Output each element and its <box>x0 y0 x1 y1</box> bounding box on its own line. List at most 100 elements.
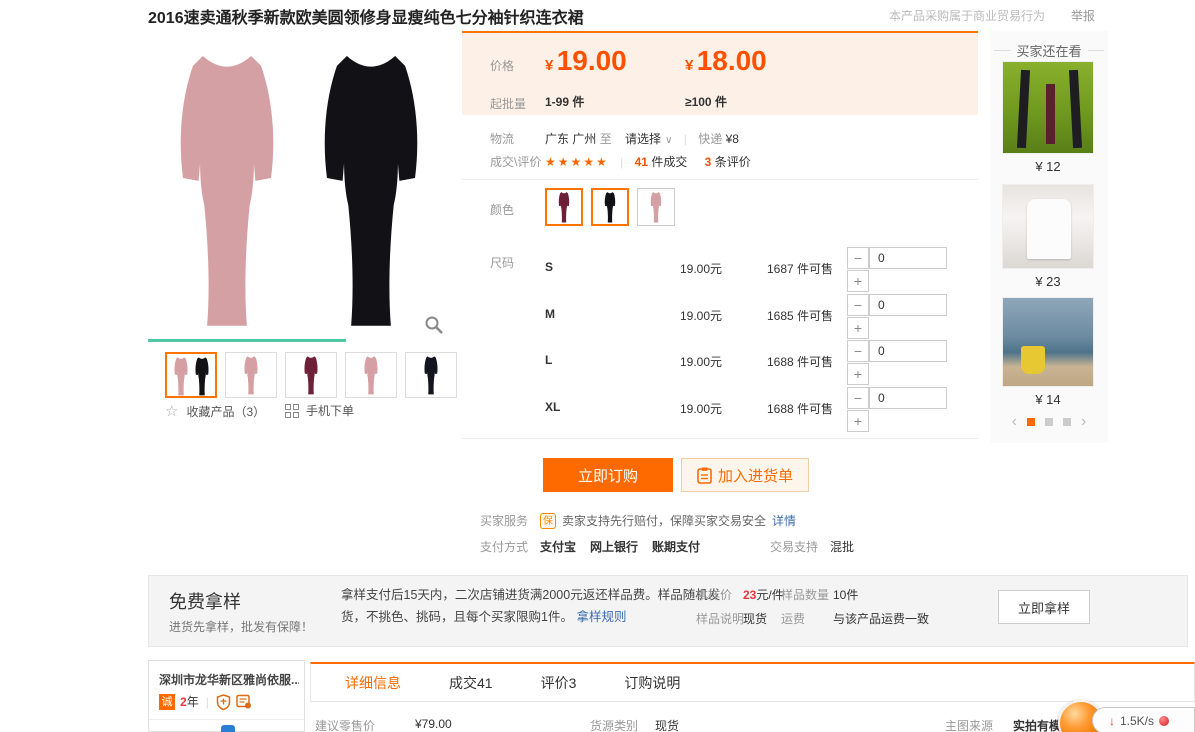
sample-qty-label: 样品数量 <box>781 586 829 603</box>
order-now-button[interactable]: 立即订购 <box>543 458 673 492</box>
minus-button[interactable]: − <box>847 340 869 362</box>
tab-details[interactable]: 详细信息 <box>345 673 401 693</box>
thumbnail-navy[interactable] <box>405 352 457 398</box>
logistics-label: 物流 <box>490 130 514 147</box>
thumbnail-pink-2[interactable] <box>345 352 397 398</box>
rating-label: 成交\评价 <box>490 153 541 170</box>
seller-years: 2年 <box>180 693 199 710</box>
thumbnail-pair[interactable] <box>165 352 217 398</box>
add-to-cart-button[interactable]: 加入进货单 <box>681 458 809 492</box>
minus-button[interactable]: − <box>847 294 869 316</box>
sample-description: 拿样支付后15天内，二次店铺进货满2000元返还样品费。样品随机发货，不挑色、挑… <box>341 584 736 628</box>
tab-order-info[interactable]: 订购说明 <box>624 673 680 693</box>
tier1-moq: 1-99 件 <box>545 93 584 110</box>
source-type-label: 货源类别 <box>590 717 638 732</box>
plus-button[interactable]: + <box>847 317 869 339</box>
sample-rule-link[interactable]: 拿样规则 <box>576 610 626 624</box>
sample-ship-value: 与该产品运费一致 <box>833 610 929 629</box>
download-arrow-icon: ↓ <box>1109 714 1115 728</box>
sample-price-value: 23元/件 <box>743 586 784 603</box>
page-title: 2016速卖通秋季新款欧美圆领修身显瘦纯色七分袖针织连衣裙 <box>148 4 584 28</box>
get-sample-button[interactable]: 立即拿样 <box>998 590 1090 624</box>
size-stock: 1688 件可售 <box>767 353 833 370</box>
next-arrow-icon[interactable]: › <box>1081 413 1086 431</box>
deals-count[interactable]: 41 <box>635 155 648 169</box>
page-dot-2[interactable] <box>1045 418 1053 426</box>
free-sample-section: 免费拿样 进货先拿样，批发有保障！ 拿样支付后15天内，二次店铺进货满2000元… <box>148 575 1188 647</box>
product-page: 2016速卖通秋季新款欧美圆领修身显瘦纯色七分袖针织连衣裙 本产品采购属于商业贸… <box>0 0 1195 732</box>
plus-button[interactable]: + <box>847 363 869 385</box>
certificate-badge-icon <box>236 694 252 709</box>
swatch-maroon[interactable] <box>545 188 583 226</box>
plus-button[interactable]: + <box>847 410 869 432</box>
payment-netbank[interactable]: 网上银行 <box>590 538 638 555</box>
recommendations-sidebar: 买家还在看 ¥ 12 ¥ 23 ¥ 14 ‹ › <box>990 31 1108 443</box>
sample-title: 免费拿样 <box>169 588 241 614</box>
recommended-product[interactable]: ¥ 12 <box>1002 61 1094 174</box>
mobile-order-label: 手机下单 <box>306 402 354 419</box>
recommendation-price: ¥ 23 <box>1002 274 1094 289</box>
tab-deals[interactable]: 成交41 <box>449 673 493 693</box>
favorite-product[interactable]: ☆ 收藏产品（3） <box>165 402 265 420</box>
size-stock: 1688 件可售 <box>767 400 833 417</box>
source-type-value: 现货 <box>655 717 679 732</box>
destination-select[interactable]: 请选择∨ <box>625 132 676 146</box>
reviews-count[interactable]: 3 <box>705 155 712 169</box>
prev-arrow-icon[interactable]: ‹ <box>1012 413 1017 431</box>
shield-badge-icon <box>216 694 231 710</box>
size-row-l: L 19.00元 1688 件可售 − + <box>462 337 978 383</box>
qr-code-icon <box>285 404 299 418</box>
sample-qty-value: 10件 <box>833 586 858 603</box>
swatch-pink[interactable] <box>637 188 675 226</box>
sample-subtitle: 进货先拿样，批发有保障！ <box>169 618 313 635</box>
recommended-product[interactable]: ¥ 14 <box>1002 297 1094 407</box>
detail-tabs: 详细信息 成交41 评价3 订购说明 <box>310 662 1195 702</box>
tab-reviews[interactable]: 评价3 <box>541 673 577 693</box>
guarantee-badge-icon: 保 <box>540 513 556 529</box>
recommended-product[interactable]: ¥ 23 <box>1002 184 1094 289</box>
express-fee: ¥8 <box>726 132 739 146</box>
image-underline <box>148 339 346 342</box>
retail-price-value: ¥79.00 <box>415 717 452 731</box>
main-product-image[interactable] <box>148 33 448 345</box>
size-price: 19.00元 <box>680 260 722 277</box>
size-row-m: M 19.00元 1685 件可售 − + <box>462 291 978 337</box>
payment-credit[interactable]: 账期支付 <box>652 538 700 555</box>
mobile-order[interactable]: 手机下单 <box>285 402 354 419</box>
logistics-origin: 广东 广州 <box>545 132 596 146</box>
size-price: 19.00元 <box>680 400 722 417</box>
quantity-input[interactable] <box>869 340 947 362</box>
tier2-moq: ≥100 件 <box>685 93 727 110</box>
plus-button[interactable]: + <box>847 270 869 292</box>
cheng-badge-icon: 诚 <box>159 694 175 710</box>
tier2-price: ¥ 18.00 <box>685 45 767 77</box>
chat-icon[interactable] <box>221 725 235 732</box>
size-price: 19.00元 <box>680 353 722 370</box>
thumbnail-maroon[interactable] <box>285 352 337 398</box>
retail-price-label: 建议零售价 <box>315 717 375 732</box>
clipboard-icon <box>697 467 712 484</box>
seller-card: 深圳市龙华新区雅尚依服... 诚 2年 | <box>148 660 305 732</box>
swatch-black[interactable] <box>591 188 629 226</box>
minus-button[interactable]: − <box>847 247 869 269</box>
size-price: 19.00元 <box>680 307 722 324</box>
quantity-input[interactable] <box>869 294 947 316</box>
quantity-input[interactable] <box>869 247 947 269</box>
magnifier-icon[interactable] <box>424 315 444 335</box>
seller-name[interactable]: 深圳市龙华新区雅尚依服... <box>159 671 299 688</box>
divider <box>462 179 978 180</box>
express-label: 快递 <box>698 132 722 146</box>
page-dot-3[interactable] <box>1063 418 1071 426</box>
minus-button[interactable]: − <box>847 387 869 409</box>
sample-price-label: 拿样价 <box>696 586 732 603</box>
network-speed-widget[interactable]: ↓ 1.5K/s <box>1092 707 1195 732</box>
thumbnail-pink[interactable] <box>225 352 277 398</box>
report-link[interactable]: 举报 <box>1071 7 1095 24</box>
page-dot-1[interactable] <box>1027 418 1035 426</box>
payment-alipay[interactable]: 支付宝 <box>540 538 576 555</box>
pink-dress-image <box>156 39 298 337</box>
quantity-input[interactable] <box>869 387 947 409</box>
color-label: 颜色 <box>490 201 514 218</box>
service-detail-link[interactable]: 详情 <box>772 512 796 529</box>
tier1-price: ¥ 19.00 <box>545 45 627 77</box>
